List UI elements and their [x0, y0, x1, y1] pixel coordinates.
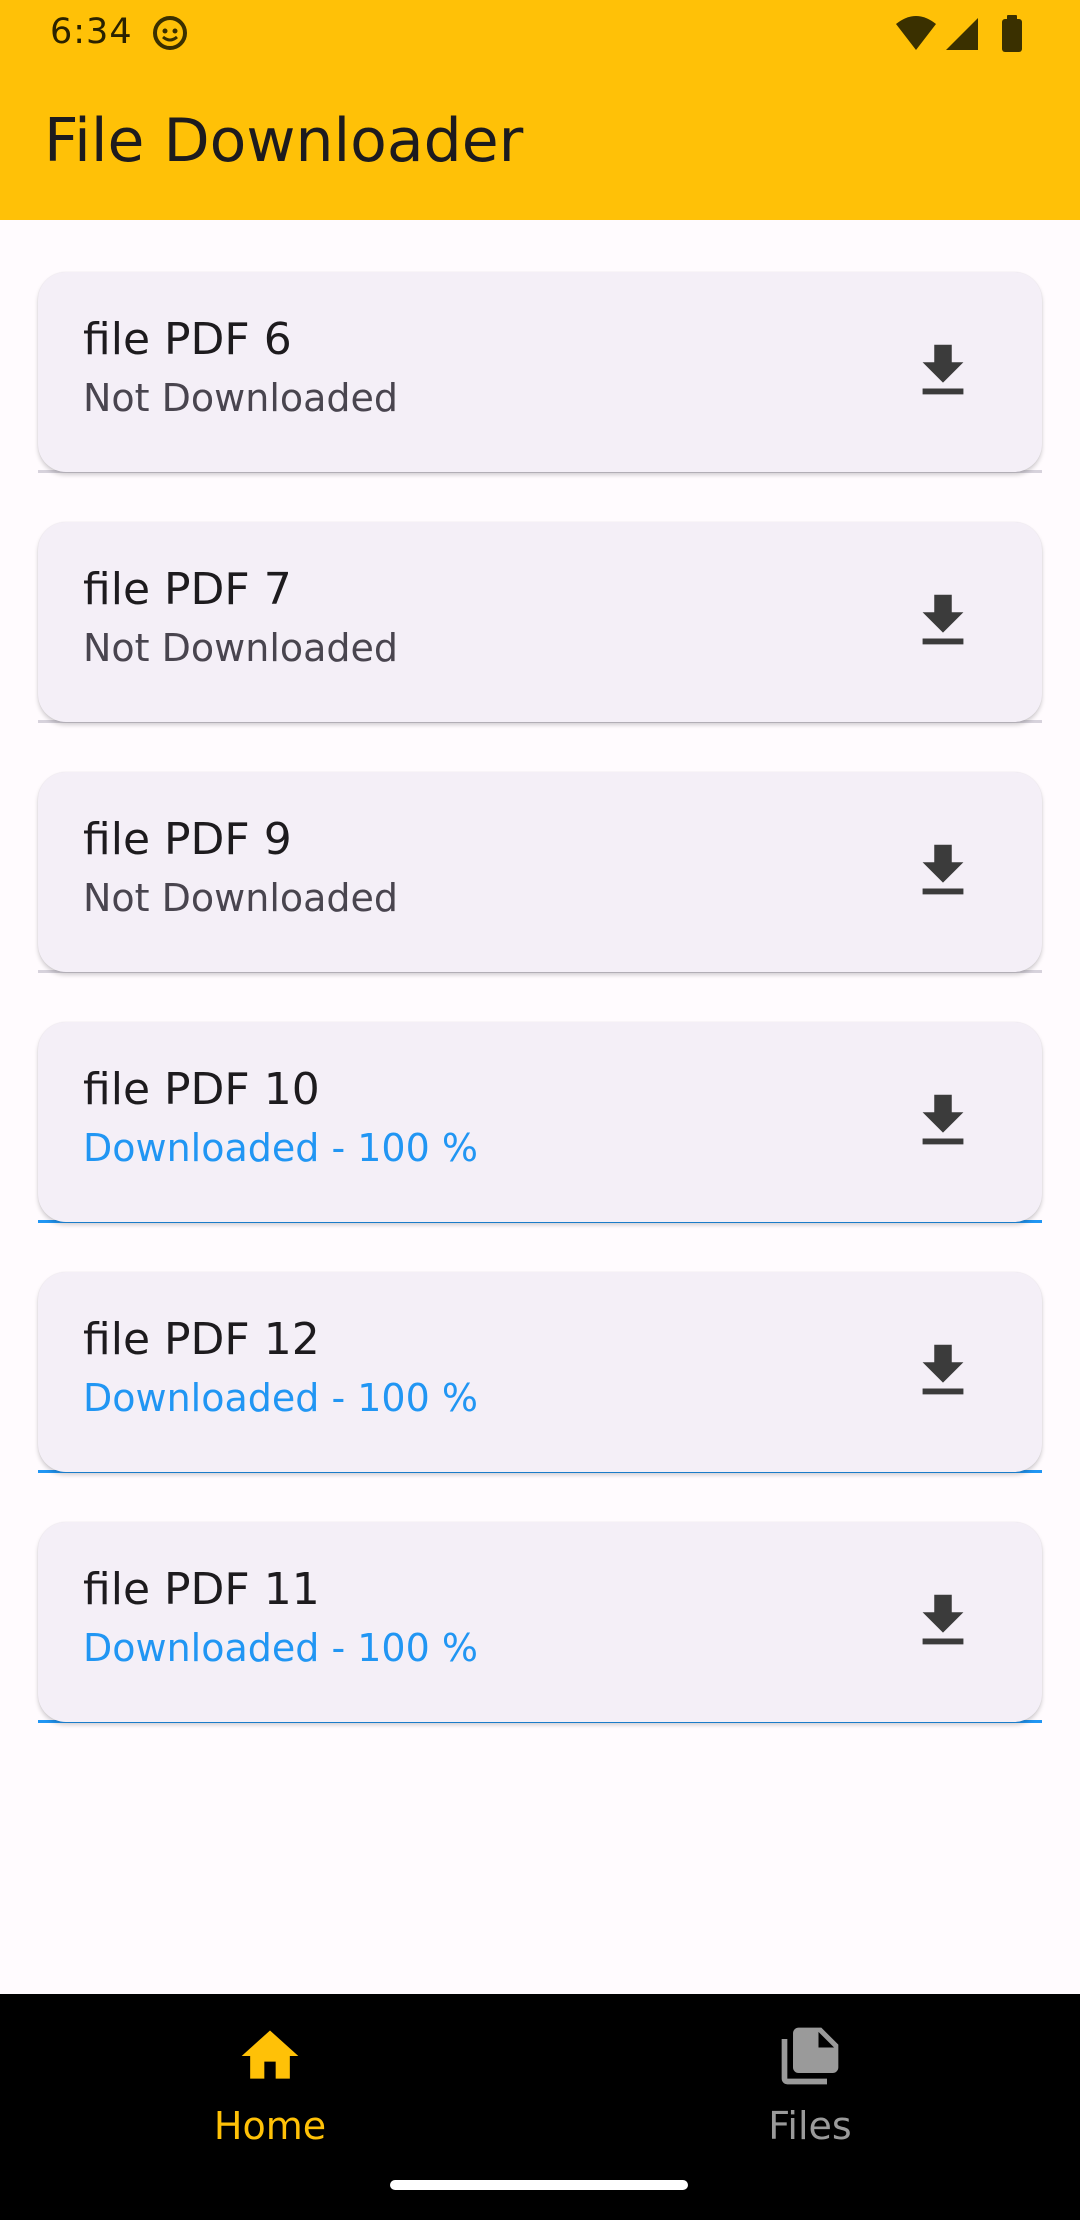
nav-item-home[interactable]: Home [0, 1994, 540, 2184]
file-row: file PDF 7 Not Downloaded [38, 522, 1042, 772]
file-card[interactable]: file PDF 6 Not Downloaded [38, 272, 1042, 472]
file-status: Downloaded - 100 % [83, 1126, 478, 1170]
download-button[interactable] [908, 1586, 978, 1656]
file-row: file PDF 11 Downloaded - 100 % [38, 1522, 1042, 1772]
download-button[interactable] [908, 836, 978, 906]
file-row: file PDF 10 Downloaded - 100 % [38, 1022, 1042, 1272]
nav-label-files: Files [768, 2104, 852, 2148]
download-icon [922, 594, 964, 645]
bottom-navigation: Home Files [0, 1994, 1080, 2220]
file-title: file PDF 6 [83, 314, 292, 365]
file-status: Not Downloaded [83, 626, 399, 670]
signal-icon [946, 18, 978, 50]
download-icon [922, 1344, 964, 1395]
file-title: file PDF 9 [83, 814, 292, 865]
file-card[interactable]: file PDF 10 Downloaded - 100 % [38, 1022, 1042, 1222]
file-title: file PDF 11 [83, 1564, 320, 1615]
gesture-handle[interactable] [390, 2180, 688, 2190]
smiley-notification-icon [153, 16, 187, 50]
file-title: file PDF 10 [83, 1064, 320, 1115]
download-icon [922, 1094, 964, 1145]
file-card[interactable]: file PDF 7 Not Downloaded [38, 522, 1042, 722]
page-title: File Downloader [44, 106, 524, 176]
status-time: 6:34 [50, 12, 133, 52]
file-status: Downloaded - 100 % [83, 1376, 478, 1420]
home-icon [241, 2030, 299, 2079]
file-status: Downloaded - 100 % [83, 1626, 478, 1670]
file-row: file PDF 12 Downloaded - 100 % [38, 1272, 1042, 1522]
file-card[interactable]: file PDF 12 Downloaded - 100 % [38, 1272, 1042, 1472]
wifi-icon [896, 16, 936, 50]
status-icons [894, 14, 1034, 54]
nav-item-files[interactable]: Files [540, 1994, 1080, 2184]
file-card[interactable]: file PDF 11 Downloaded - 100 % [38, 1522, 1042, 1722]
download-button[interactable] [908, 336, 978, 406]
files-icon [781, 2027, 839, 2085]
file-row: file PDF 6 Not Downloaded [38, 272, 1042, 522]
nav-label-home: Home [213, 2104, 327, 2148]
download-icon [922, 844, 964, 895]
download-button[interactable] [908, 586, 978, 656]
download-button[interactable] [908, 1336, 978, 1406]
app-header: 6:34 File Downloader [0, 0, 1080, 220]
file-row: file PDF 9 Not Downloaded [38, 772, 1042, 1022]
file-list: file PDF 6 Not Downloaded file PDF 7 Not Do… [38, 272, 1042, 1772]
download-icon [922, 344, 964, 395]
battery-icon [1002, 15, 1022, 52]
file-status: Not Downloaded [83, 876, 399, 920]
file-status: Not Downloaded [83, 376, 399, 420]
download-icon [922, 1594, 964, 1645]
file-title: file PDF 12 [83, 1314, 320, 1365]
file-title: file PDF 7 [83, 564, 292, 615]
file-card[interactable]: file PDF 9 Not Downloaded [38, 772, 1042, 972]
screen: 6:34 File Downloader file PDF 6 Not Downl… [0, 0, 1080, 2220]
download-button[interactable] [908, 1086, 978, 1156]
